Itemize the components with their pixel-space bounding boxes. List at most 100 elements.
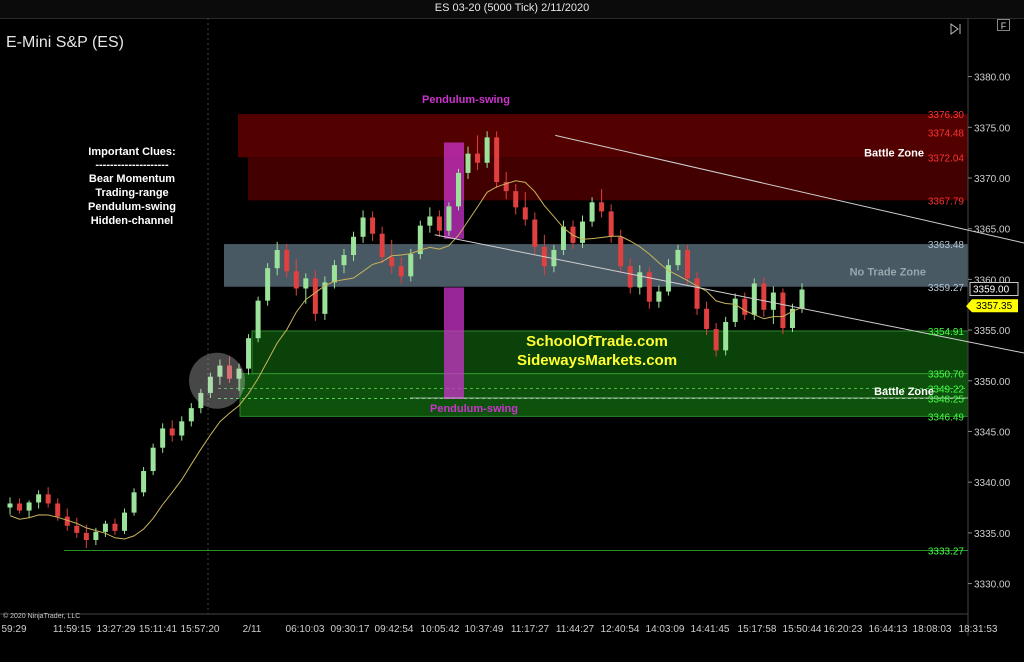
y-tick-label: 3365.00 <box>974 225 1011 236</box>
candle-body <box>102 523 108 532</box>
grid-layer <box>64 18 969 636</box>
candle-body <box>704 308 710 330</box>
chart-title: E-Mini S&P (ES) <box>6 34 124 51</box>
y-tick-label: 3350.00 <box>974 377 1011 388</box>
level-label: 3372.04 <box>928 153 965 164</box>
candle-body <box>169 428 175 436</box>
y-tick-label: 3345.00 <box>974 427 1011 438</box>
candle-body <box>608 211 614 237</box>
copyright: © 2020 NinjaTrader, LLC <box>3 612 80 620</box>
candle-body <box>627 266 633 288</box>
x-tick-label: 11:59:15 <box>53 624 92 635</box>
time-axis[interactable]: 59:29 11:59:15 13:27:29 15:11:41 15:57:20 2/1… <box>0 613 998 635</box>
pendulum-bar-lower <box>444 287 464 400</box>
last-price-label: 3359.00 <box>973 285 1010 296</box>
candle-body <box>465 153 471 173</box>
candle-body <box>331 265 337 283</box>
y-tick-label: 3355.00 <box>974 326 1011 337</box>
x-tick-label: 11:17:27 <box>511 624 550 635</box>
clues-title: Important Clues: <box>88 146 175 158</box>
pendulum-label: Pendulum-swing <box>430 403 518 415</box>
clue-item: Bear Momentum <box>89 173 175 185</box>
x-tick-label: 09:42:54 <box>375 624 414 635</box>
level-label: 3374.48 <box>928 129 965 140</box>
candle-body <box>379 233 385 258</box>
candle-body <box>455 172 461 207</box>
x-tick-label: 14:03:09 <box>646 624 685 635</box>
y-tick-label: 3375.00 <box>974 123 1011 134</box>
candle-body <box>83 532 89 540</box>
x-tick-label: 16:20:23 <box>824 624 863 635</box>
window-title: ES 03-20 (5000 Tick) 2/11/2020 <box>434 2 590 14</box>
x-tick-label: 12:40:54 <box>601 624 640 635</box>
zone-label: No Trade Zone <box>850 266 926 278</box>
candle-body <box>522 207 528 220</box>
x-tick-label: 15:50:44 <box>783 624 822 635</box>
y-tick-label: 3340.00 <box>974 478 1011 489</box>
candle-body <box>26 502 32 511</box>
candle-body <box>684 249 690 279</box>
candle-body <box>570 226 576 243</box>
clue-item: Trading-range <box>95 187 168 199</box>
candle-body <box>274 249 280 269</box>
candle-body <box>360 217 366 237</box>
candle-body <box>398 266 404 277</box>
x-tick-label: 14:41:45 <box>691 624 730 635</box>
x-tick-label: 59:29 <box>1 624 26 635</box>
candle-body <box>188 408 194 422</box>
candle-body <box>284 249 290 272</box>
candle-body <box>646 272 652 302</box>
current-price-label: 3357.35 <box>976 301 1013 312</box>
clues-separator: -------------------- <box>95 159 169 171</box>
x-tick-label: 15:17:58 <box>738 624 777 635</box>
candle-body <box>351 236 357 256</box>
pendulum-label: Pendulum-swing <box>422 94 510 106</box>
f-button[interactable]: F <box>997 19 1010 31</box>
candle-body <box>7 503 13 508</box>
x-tick-label: 09:30:17 <box>331 624 370 635</box>
candle-body <box>446 206 452 231</box>
candle-body <box>122 512 128 531</box>
candle-body <box>293 271 299 289</box>
candle-body <box>141 471 147 493</box>
candle-body <box>723 321 729 351</box>
clues-box: Important Clues: -------------------- Be… <box>88 146 176 227</box>
zone-support-outer <box>239 373 969 417</box>
watermark-line-1: SchoolOfTrade.com <box>526 333 668 350</box>
candle-body <box>713 329 719 351</box>
x-tick-label: 10:37:49 <box>465 624 504 635</box>
y-tick-label: 3330.00 <box>974 580 1011 591</box>
candle-body <box>742 298 748 315</box>
candle-body <box>675 249 681 266</box>
candle-body <box>112 523 118 531</box>
y-tick-label: 3335.00 <box>974 529 1011 540</box>
level-label: 3367.79 <box>928 196 965 207</box>
candle-body <box>303 278 309 289</box>
x-tick-label: 10:05:42 <box>421 624 460 635</box>
candle-body <box>599 202 605 212</box>
candle-body <box>589 202 595 222</box>
x-tick-label: 15:57:20 <box>181 624 220 635</box>
candle-body <box>637 272 643 288</box>
price-axis[interactable]: 3380.003375.003370.003365.003360.003355.… <box>966 73 1019 591</box>
candle-body <box>494 137 500 183</box>
candle-body <box>341 255 347 266</box>
level-label: 3354.91 <box>928 327 965 338</box>
candle-body <box>74 525 80 533</box>
watermark-line-2: SidewaysMarkets.com <box>517 352 677 369</box>
skip-end-icon[interactable] <box>950 23 961 35</box>
candle-body <box>761 283 767 310</box>
zone-resistance-inner <box>248 157 968 201</box>
zone-label: Battle Zone <box>864 148 924 160</box>
clue-item: Pendulum-swing <box>88 201 176 213</box>
candle-body <box>408 254 414 277</box>
level-label: 3333.27 <box>928 546 965 557</box>
price-chart[interactable]: 3376.30 3374.48 3372.04 3367.79 3363.48 3359.… <box>0 18 1024 662</box>
candle-body <box>45 494 51 504</box>
candle-body <box>780 292 786 329</box>
level-label: 3376.30 <box>928 110 965 121</box>
level-label: 3363.48 <box>928 240 965 251</box>
candle-body <box>389 257 395 267</box>
x-tick-label: 16:44:13 <box>869 624 908 635</box>
candle-body <box>131 492 137 513</box>
